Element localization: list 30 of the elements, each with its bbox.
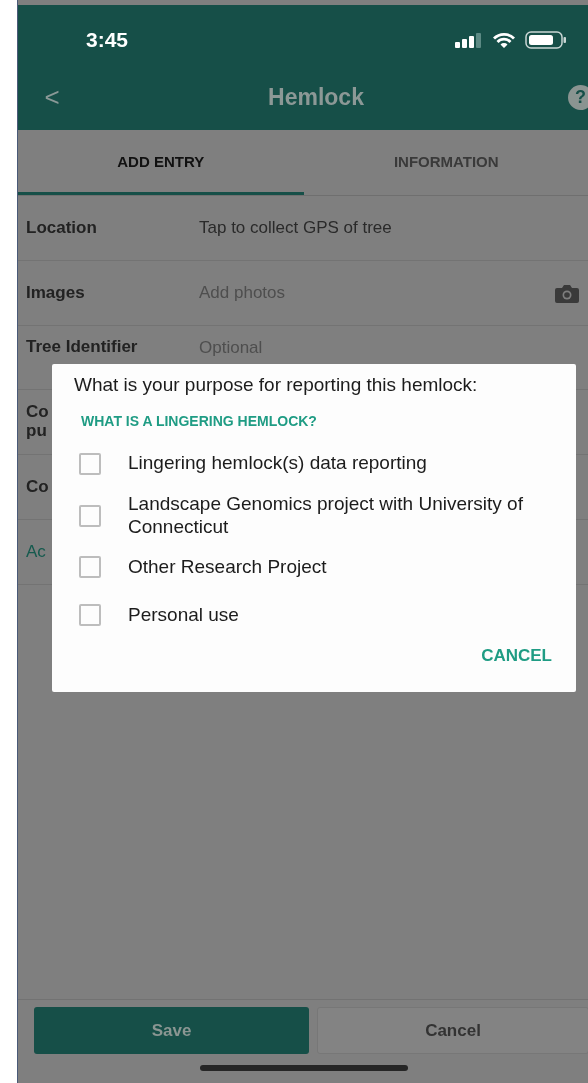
save-button[interactable]: Save [34, 1007, 309, 1054]
battery-icon [525, 31, 567, 49]
status-time: 3:45 [86, 28, 129, 52]
signal-icon [455, 32, 483, 48]
checkbox[interactable] [79, 604, 101, 627]
camera-icon[interactable] [555, 283, 579, 303]
cancel-button[interactable]: CANCEL [481, 646, 552, 667]
option-label[interactable]: Other Research Project [128, 556, 327, 579]
link-text[interactable]: Ac [26, 541, 46, 561]
checkbox[interactable] [79, 504, 101, 527]
back-button[interactable]: < [40, 82, 64, 113]
option-label[interactable]: Lingering hemlock(s) data reporting [128, 452, 427, 476]
option-label[interactable]: Landscape Genomics project with University of Connecticut [128, 492, 528, 539]
option-label[interactable]: Personal use [128, 604, 239, 627]
screen-title: Hemlock [268, 84, 364, 111]
checkbox[interactable] [79, 556, 101, 579]
tab[interactable]: ADD ENTRY [18, 130, 304, 195]
field-label: Tree Identifier [26, 337, 138, 356]
checkbox[interactable] [79, 452, 101, 475]
field-label: Co pu [26, 402, 49, 440]
dialog-title: What is your purpose for reporting this hemlock: [74, 374, 479, 397]
field-label: Images [26, 282, 85, 302]
field-label: Co [26, 476, 49, 496]
field-value[interactable]: Tap to collect GPS of tree [199, 218, 392, 238]
help-button[interactable]: ? [568, 85, 588, 110]
tab[interactable]: INFORMATION [303, 130, 588, 195]
wifi-icon [492, 31, 516, 49]
info-link[interactable]: WHAT IS A LINGERING HEMLOCK? [81, 412, 317, 429]
field-label: Location [26, 217, 97, 237]
cancel-button[interactable]: Cancel [317, 1007, 588, 1054]
